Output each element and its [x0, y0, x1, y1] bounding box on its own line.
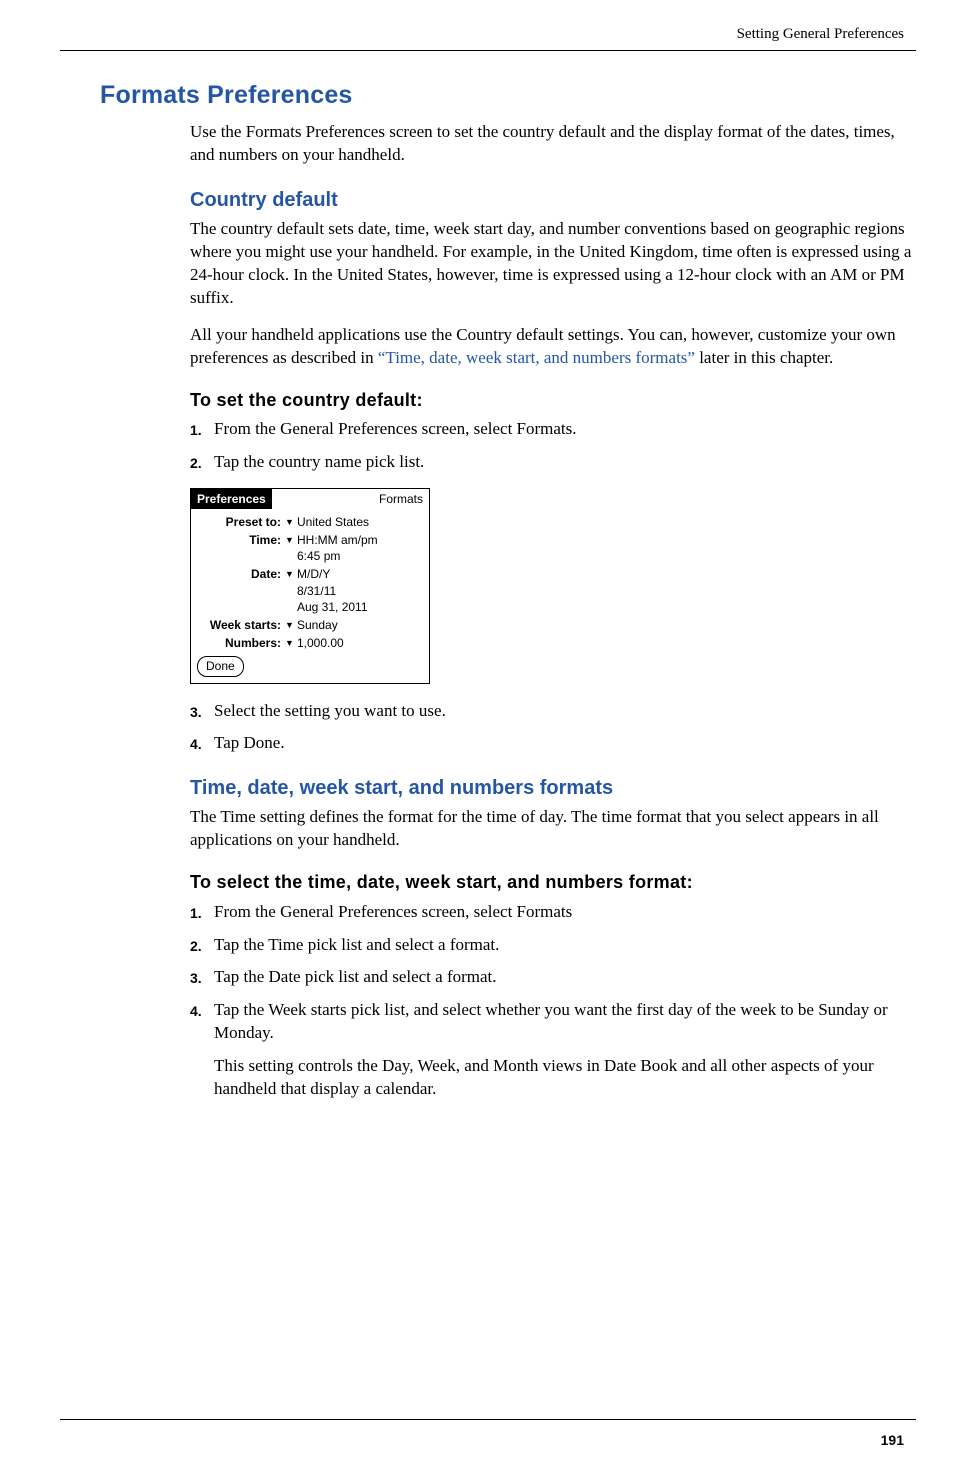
- fmt-step-3: 3. Tap the Date pick list and select a f…: [190, 966, 916, 989]
- date-example2: Aug 31, 2011: [297, 599, 423, 615]
- device-titlebar: Preferences Formats: [191, 489, 429, 509]
- step-text: From the General Preferences screen, sel…: [214, 901, 916, 924]
- country-default-para1: The country default sets date, time, wee…: [190, 218, 916, 310]
- step-num: 4.: [190, 999, 214, 1021]
- time-row: Time: ▼ HH:MM am/pm 6:45 pm: [191, 531, 429, 565]
- country-default-heading: Country default: [190, 187, 916, 214]
- step-text: Tap Done.: [214, 732, 916, 755]
- step-extra: This setting controls the Day, Week, and…: [214, 1055, 916, 1101]
- step-num: 4.: [190, 732, 214, 754]
- section-title: Formats Preferences: [100, 79, 916, 113]
- footer-rule: [60, 1419, 916, 1420]
- dropdown-icon[interactable]: ▼: [285, 532, 297, 546]
- time-value: HH:MM am/pm 6:45 pm: [297, 532, 423, 564]
- fmt-step-4: 4. Tap the Week starts pick list, and se…: [190, 999, 916, 1101]
- week-label: Week starts:: [197, 617, 285, 633]
- dropdown-icon[interactable]: ▼: [285, 566, 297, 580]
- time-label: Time:: [197, 532, 285, 548]
- preset-label: Preset to:: [197, 514, 285, 530]
- step-num: 3.: [190, 966, 214, 988]
- device-screenshot: Preferences Formats Preset to: ▼ United …: [190, 488, 430, 684]
- dropdown-icon[interactable]: ▼: [285, 635, 297, 649]
- step-2: 2. Tap the country name pick list.: [190, 451, 916, 474]
- numbers-row: Numbers: ▼ 1,000.00: [191, 634, 429, 652]
- top-rule: [60, 50, 916, 51]
- date-row: Date: ▼ M/D/Y 8/31/11 Aug 31, 2011: [191, 565, 429, 616]
- xref-time-formats[interactable]: “Time, date, week start, and numbers for…: [378, 348, 695, 367]
- step-num: 1.: [190, 418, 214, 440]
- step-num: 2.: [190, 934, 214, 956]
- preset-row: Preset to: ▼ United States: [191, 513, 429, 531]
- para2-tail: later in this chapter.: [695, 348, 833, 367]
- country-steps: 1. From the General Preferences screen, …: [190, 418, 916, 474]
- date-example1: 8/31/11: [297, 583, 423, 599]
- step-1: 1. From the General Preferences screen, …: [190, 418, 916, 441]
- step-4: 4. Tap Done.: [190, 732, 916, 755]
- running-header: Setting General Preferences: [60, 20, 916, 44]
- country-steps-after: 3. Select the setting you want to use. 4…: [190, 700, 916, 756]
- format-steps: 1. From the General Preferences screen, …: [190, 901, 916, 1102]
- device-title: Preferences: [191, 489, 272, 509]
- dropdown-icon[interactable]: ▼: [285, 617, 297, 631]
- device-done-row: Done: [197, 656, 429, 676]
- dropdown-icon[interactable]: ▼: [285, 514, 297, 528]
- time-example: 6:45 pm: [297, 548, 423, 564]
- time-format: HH:MM am/pm: [297, 532, 423, 548]
- fmt-step-2: 2. Tap the Time pick list and select a f…: [190, 934, 916, 957]
- step-text: Tap the Week starts pick list, and selec…: [214, 999, 916, 1045]
- done-button[interactable]: Done: [197, 656, 244, 676]
- week-row: Week starts: ▼ Sunday: [191, 616, 429, 634]
- content: Formats Preferences Use the Formats Pref…: [60, 79, 916, 1101]
- step-text: Tap the Date pick list and select a form…: [214, 966, 916, 989]
- date-value: M/D/Y 8/31/11 Aug 31, 2011: [297, 566, 423, 615]
- step-3: 3. Select the setting you want to use.: [190, 700, 916, 723]
- step-text: Tap the country name pick list.: [214, 451, 916, 474]
- time-formats-heading: Time, date, week start, and numbers form…: [190, 775, 916, 802]
- step-text: Tap the Time pick list and select a form…: [214, 934, 916, 957]
- time-formats-para: The Time setting defines the format for …: [190, 806, 916, 852]
- week-value: Sunday: [297, 617, 423, 633]
- preset-value: United States: [297, 514, 423, 530]
- numbers-value: 1,000.00: [297, 635, 423, 651]
- section-intro: Use the Formats Preferences screen to se…: [190, 121, 916, 167]
- proc-heading-country: To set the country default:: [190, 388, 916, 412]
- page-container: Setting General Preferences Formats Pref…: [0, 0, 976, 1466]
- date-label: Date:: [197, 566, 285, 582]
- step-text: Select the setting you want to use.: [214, 700, 916, 723]
- step-num: 1.: [190, 901, 214, 923]
- step-text: From the General Preferences screen, sel…: [214, 418, 916, 441]
- country-default-para2: All your handheld applications use the C…: [190, 324, 916, 370]
- step-num: 3.: [190, 700, 214, 722]
- fmt-step-1: 1. From the General Preferences screen, …: [190, 901, 916, 924]
- page-number: 191: [881, 1431, 904, 1450]
- numbers-label: Numbers:: [197, 635, 285, 651]
- device-category: Formats: [379, 491, 429, 507]
- step-num: 2.: [190, 451, 214, 473]
- proc-heading-formats: To select the time, date, week start, an…: [190, 870, 916, 894]
- date-format: M/D/Y: [297, 566, 423, 582]
- body-indent: Formats Preferences Use the Formats Pref…: [190, 79, 916, 1101]
